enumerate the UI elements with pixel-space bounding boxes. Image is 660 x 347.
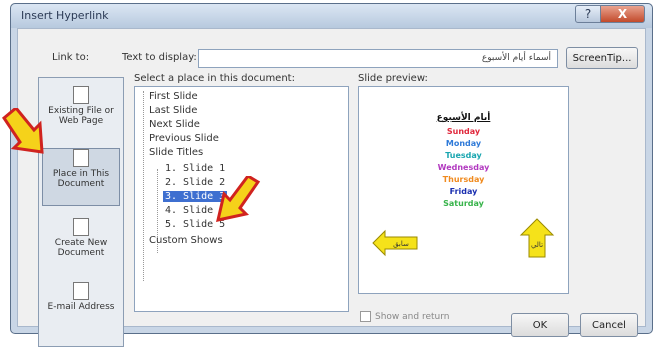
day-monday: Monday (445, 139, 482, 148)
tree-item-custom-shows[interactable]: Custom Shows (149, 235, 223, 246)
close-icon: X (617, 7, 628, 21)
tree-item-last-slide[interactable]: Last Slide (149, 105, 197, 116)
text-to-display-label: Text to display: (122, 52, 197, 63)
new-document-icon (73, 218, 89, 236)
day-wednesday: Wednesday (437, 163, 490, 172)
preview-next-arrow: تالي (519, 218, 555, 258)
help-button[interactable]: ? (575, 5, 601, 23)
tree-item-previous-slide[interactable]: Previous Slide (149, 133, 219, 144)
document-icon (73, 149, 89, 167)
title-bar: Insert Hyperlink ? X (11, 4, 652, 28)
sidebar-item-place-in-document[interactable]: Place in This Document (42, 148, 120, 206)
show-and-return-label: Show and return (375, 311, 450, 322)
ok-button[interactable]: OK (511, 313, 569, 337)
link-to-label: Link to: (52, 52, 90, 63)
sidebar-item-email-address[interactable]: E-mail Address (42, 282, 120, 340)
email-icon (73, 282, 89, 300)
screentip-button[interactable]: ScreenTip... (566, 47, 638, 69)
next-arrow-label: تالي (531, 241, 543, 249)
day-tuesday: Tuesday (445, 151, 482, 160)
preview-back-arrow: سابق (372, 229, 418, 257)
tree-item-next-slide[interactable]: Next Slide (149, 119, 200, 130)
cancel-button[interactable]: Cancel (580, 313, 638, 337)
annotation-arrow-icon (216, 176, 261, 222)
insert-hyperlink-dialog: Insert Hyperlink ? X Link to: Text to di… (10, 3, 653, 347)
back-arrow-label: سابق (393, 240, 409, 248)
day-saturday: Saturday (443, 199, 484, 208)
web-page-icon (73, 86, 89, 104)
day-friday: Friday (449, 187, 478, 196)
day-thursday: Thursday (442, 175, 485, 184)
help-icon: ? (584, 7, 592, 21)
slide-preview: أيام الأسبوع Sunday Monday Tuesday Wedne… (358, 86, 569, 294)
slide-title: أيام الأسبوع (436, 113, 491, 123)
day-sunday: Sunday (446, 127, 481, 136)
show-and-return-checkbox[interactable] (360, 311, 371, 322)
tree-item-slide-1[interactable]: 1. Slide 1 (165, 163, 225, 174)
sidebar-item-label: Create New Document (54, 238, 108, 258)
show-and-return-option: Show and return (360, 311, 449, 322)
preview-heading: Slide preview: (358, 73, 428, 84)
tree-heading: Select a place in this document: (134, 73, 295, 84)
tree-guide-line (143, 91, 144, 281)
close-button[interactable]: X (600, 5, 645, 23)
annotation-arrow-icon (2, 108, 44, 154)
sidebar-item-create-new-document[interactable]: Create New Document (42, 218, 120, 276)
dialog-body: Link to: Text to display: أسماء أيام الأ… (17, 28, 646, 347)
text-to-display-input[interactable]: أسماء أيام الأسبوع (198, 49, 558, 68)
dialog-title: Insert Hyperlink (21, 9, 109, 22)
sidebar-item-existing-file[interactable]: Existing File or Web Page (42, 86, 120, 144)
tree-item-slide-titles[interactable]: Slide Titles (149, 147, 203, 158)
sidebar-item-label: Existing File or Web Page (48, 106, 114, 126)
sidebar-item-label: E-mail Address (47, 302, 115, 312)
link-to-sidebar: Existing File or Web Page Place in This … (38, 77, 124, 347)
tree-item-first-slide[interactable]: First Slide (149, 91, 198, 102)
sidebar-item-label: Place in This Document (52, 169, 110, 189)
